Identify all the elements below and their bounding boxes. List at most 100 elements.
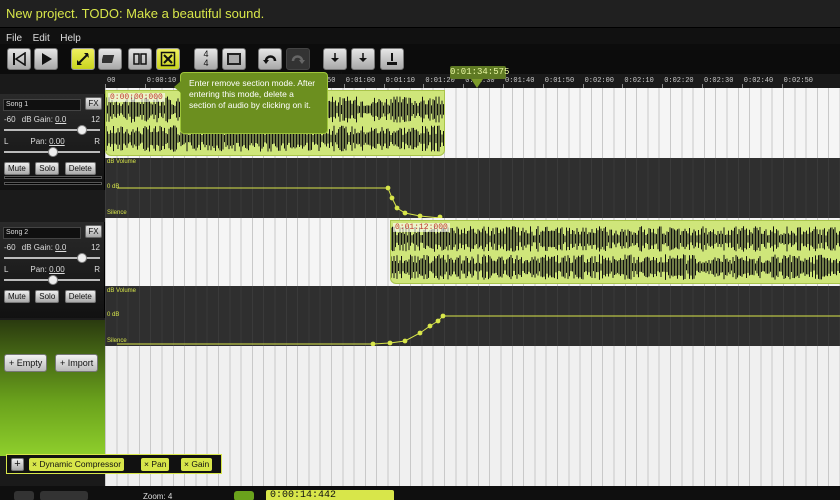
track-header-song-1: Song 1 FX -60 dB Gain: 0.0 12 L Pan: 0.0… — [0, 94, 105, 190]
ruler-tick-label: 0:01:10 — [385, 77, 415, 85]
title-bar: New project. TODO: Make a beautiful soun… — [0, 0, 840, 28]
pan-value[interactable]: 0.00 — [49, 265, 65, 274]
automation-curve — [117, 185, 443, 218]
play-icon — [42, 53, 52, 65]
solo-button[interactable]: Solo — [35, 290, 60, 303]
delete-track-button[interactable]: Delete — [64, 162, 96, 175]
effect-gain[interactable]: × Gain — [181, 458, 213, 471]
project-title: New project. TODO: Make a beautiful soun… — [6, 6, 265, 21]
pan-slider[interactable] — [4, 147, 100, 157]
track-name-input[interactable]: Song 2 — [3, 227, 81, 239]
ruler-tick-label: 0:02:30 — [704, 77, 734, 85]
automation-curve — [117, 313, 840, 346]
mute-button[interactable]: Mute — [4, 290, 30, 303]
time-display: 0:00:14:442 — [266, 490, 394, 500]
pan-slider-knob[interactable] — [48, 275, 58, 285]
pan-left: L — [4, 265, 9, 274]
gain-max: 12 — [91, 115, 100, 124]
fx-button[interactable]: FX — [85, 225, 102, 238]
volume-automation-lane[interactable]: dB Volume 0 dB Silence — [105, 286, 840, 346]
gain-value[interactable]: 0.0 — [55, 243, 66, 252]
export-mp3-button[interactable]: .MP3 — [351, 48, 375, 78]
clip-start-time: 0:01:12:000 — [393, 223, 450, 232]
time-signature-button[interactable]: 4 4 — [194, 48, 218, 70]
skip-back-icon — [13, 51, 26, 67]
gain-slider[interactable] — [4, 253, 100, 263]
delete-track-button[interactable]: Delete — [64, 290, 96, 303]
effect-dynamic-compressor[interactable]: × Dynamic Compressor — [29, 458, 125, 471]
track-lane-song-2[interactable]: 0:01:12:000 — [105, 218, 840, 286]
ruler-tick-label: 0:00:10 — [146, 77, 177, 85]
ruler-tick-label: 0:02:10 — [624, 77, 654, 85]
add-empty-track-button[interactable]: + Empty — [4, 354, 48, 372]
pan-value[interactable]: 0.00 — [49, 137, 65, 146]
gain-min: -60 — [4, 115, 16, 124]
audio-clip[interactable]: 0:01:12:000 — [390, 220, 840, 284]
pan-label: Pan: — [30, 265, 47, 274]
pan-slider-knob[interactable] — [48, 147, 58, 157]
redo-icon — [291, 55, 305, 64]
gain-max: 12 — [91, 243, 100, 252]
eraser-icon — [101, 55, 115, 63]
effect-pan[interactable]: × Pan — [141, 458, 170, 471]
volume-automation-lane[interactable]: dB Volume 0 dB Silence — [105, 158, 840, 218]
pan-right: R — [94, 137, 100, 146]
ruler-tick-label: 0:02:00 — [584, 77, 614, 85]
remove-section-icon — [160, 51, 176, 67]
import-track-button[interactable]: + Import — [55, 354, 99, 372]
export-wav-button[interactable]: .WAV — [323, 48, 347, 78]
rewind-button[interactable] — [7, 48, 31, 70]
ruler-tick-label: 0:02:40 — [743, 77, 774, 85]
remove-section-tooltip: Enter remove section mode. After enterin… — [174, 72, 328, 134]
bottom-button[interactable] — [14, 491, 34, 500]
film-strip-icon — [227, 53, 241, 65]
waveform — [391, 226, 840, 280]
pan-right: R — [94, 265, 100, 274]
gain-label: dB Gain: — [21, 243, 53, 252]
undo-button[interactable] — [258, 48, 282, 70]
mute-button[interactable]: Mute — [4, 162, 30, 175]
toolbar: 4 4 .WAV .MP3 — [0, 44, 840, 78]
bottom-bar: Zoom: 4 0:00:14:442 — [0, 486, 840, 500]
play-button[interactable] — [34, 48, 58, 70]
playhead-time[interactable]: 0:01:34:575 — [450, 66, 509, 79]
eraser-tool-button[interactable] — [98, 48, 122, 70]
zoom-button[interactable] — [234, 491, 254, 500]
left-spacer — [0, 190, 105, 222]
menu-bar: File Edit Help — [0, 28, 840, 44]
side-panel — [0, 320, 105, 456]
solo-button[interactable]: Solo — [35, 162, 60, 175]
split-tool-button[interactable] — [128, 48, 152, 70]
fx-button[interactable]: FX — [85, 97, 102, 110]
record-button[interactable] — [380, 48, 404, 70]
ruler-tick-label: 0:02:50 — [783, 77, 813, 85]
gain-slider-knob[interactable] — [77, 125, 87, 135]
gain-slider[interactable] — [4, 125, 100, 135]
undo-icon — [263, 55, 277, 64]
metronome-button[interactable] — [222, 48, 246, 70]
track-name-input[interactable]: Song 1 — [3, 99, 81, 111]
gain-value[interactable]: 0.0 — [55, 115, 66, 124]
download-icon — [331, 53, 339, 62]
ruler-tick-label: 00 — [107, 77, 116, 85]
upload-icon — [387, 53, 397, 65]
pan-label: Pan: — [30, 137, 47, 146]
bottom-button[interactable] — [40, 491, 88, 500]
download-icon — [359, 53, 367, 62]
ruler-tick-label: 0:01:00 — [345, 77, 376, 85]
gain-slider-knob[interactable] — [77, 253, 87, 263]
pan-slider[interactable] — [4, 275, 100, 285]
gain-label: dB Gain: — [21, 115, 53, 124]
level-meter — [4, 176, 102, 179]
playhead-handle[interactable] — [471, 79, 483, 88]
split-icon — [133, 53, 147, 65]
pan-left: L — [4, 137, 9, 146]
gain-min: -60 — [4, 243, 16, 252]
move-arrow-icon — [77, 53, 89, 65]
redo-button[interactable] — [286, 48, 310, 70]
ruler-tick-label: 0:01:50 — [544, 77, 575, 85]
remove-section-button[interactable] — [156, 48, 180, 70]
add-effect-button[interactable]: + — [11, 458, 24, 471]
move-tool-button[interactable] — [71, 48, 95, 70]
time-signature-bottom: 4 — [203, 58, 209, 68]
